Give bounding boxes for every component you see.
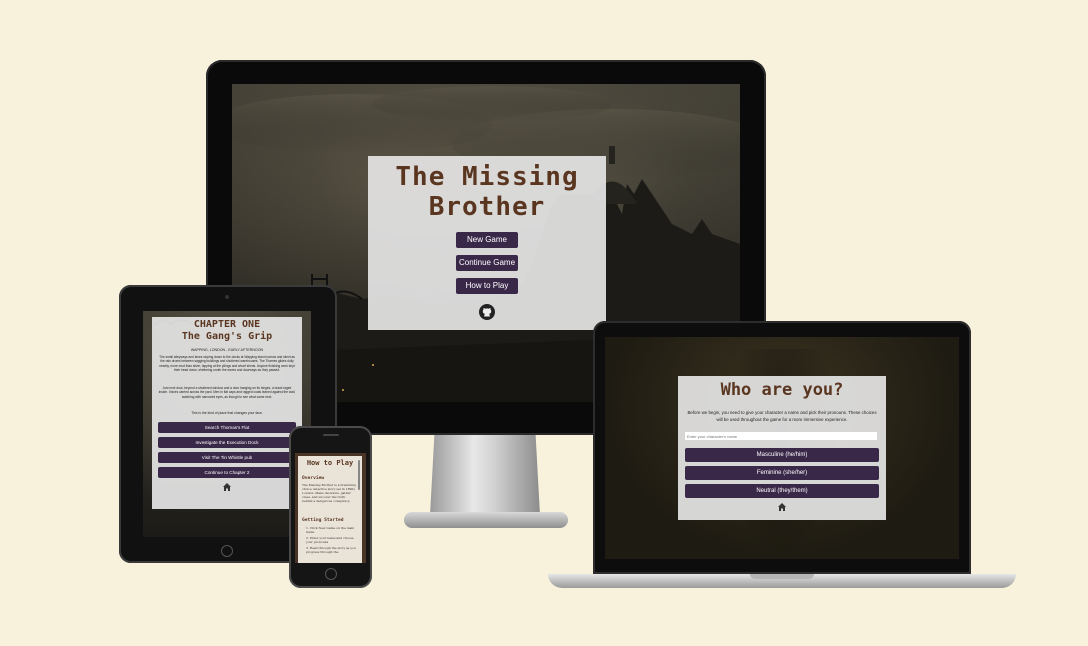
chapter-paragraph-1: The small alleyways and lanes sloping do… (159, 355, 295, 373)
chapter-location: WAPPING, LONDON - EARLY AFTERNOON (190, 348, 264, 352)
game-title-line2: Brother (428, 192, 546, 222)
chapter-paragraph-3: This is the kind of place that changes y… (191, 411, 263, 415)
chapter-card: CHAPTER ONE The Gang's Grip WAPPING, LON… (152, 317, 302, 509)
feminine-pronoun-button[interactable]: Feminine (she/her) (685, 466, 879, 480)
new-game-button[interactable]: New Game (456, 232, 518, 248)
choice-button-tin-whistle[interactable]: Visit The Tin Whistle pub (158, 452, 296, 463)
how-to-play-title: How to Play (306, 459, 354, 467)
phone-home-button[interactable] (325, 568, 337, 580)
character-setup-title: Who are you? (720, 380, 844, 400)
laptop-notch (750, 574, 814, 579)
home-icon[interactable] (778, 503, 786, 511)
step-3: 3. Read through the story as you progres… (306, 546, 356, 554)
choice-button-search-flat[interactable]: Search Thomas's Flat (158, 422, 296, 433)
chapter-paragraph-2: Just next door, beyond a shuttered windo… (158, 386, 296, 399)
phone-speaker (323, 434, 339, 436)
monitor-stand (430, 435, 540, 515)
laptop-base (548, 574, 1016, 588)
step-1: 1. Click New Game on the main menu (306, 526, 355, 534)
tablet-home-button[interactable] (221, 545, 233, 557)
continue-chapter-button[interactable]: Continue to Chapter 2 (158, 467, 296, 478)
masculine-pronoun-button[interactable]: Masculine (he/him) (685, 448, 879, 462)
character-setup-card: Who are you? Before we begin, you need t… (678, 376, 886, 520)
getting-started-heading: Getting Started (302, 518, 344, 523)
step-3-text: Read through the story as you progress t… (306, 546, 356, 554)
laptop-screen: Who are you? Before we begin, you need t… (605, 337, 959, 559)
main-menu-card: The Missing Brother New Game Continue Ga… (368, 156, 606, 330)
game-title-line1: The Missing (395, 162, 579, 192)
phone-device: How to Play Overview The Missing Brother… (289, 426, 372, 588)
tablet-camera (225, 295, 229, 299)
step-2: 2. Enter your name and choose your prono… (306, 536, 354, 544)
phone-scrollbar[interactable] (358, 460, 360, 490)
tablet-screen: CHAPTER ONE The Gang's Grip WAPPING, LON… (143, 311, 311, 537)
phone-screen: How to Play Overview The Missing Brother… (295, 453, 366, 563)
chapter-title: The Gang's Grip (181, 331, 273, 342)
chapter-label: CHAPTER ONE (193, 319, 261, 330)
choice-button-execution-dock[interactable]: Investigate the Execution Dock (158, 437, 296, 448)
character-setup-intro: Before we begin, you need to give your c… (687, 410, 877, 422)
overview-heading: Overview (302, 476, 325, 481)
neutral-pronoun-button[interactable]: Neutral (they/them) (685, 484, 879, 498)
how-to-play-panel: How to Play Overview The Missing Brother… (298, 456, 362, 563)
laptop-lid: Who are you? Before we begin, you need t… (593, 321, 971, 574)
overview-text: The Missing Brother is a branching choic… (302, 483, 356, 503)
character-name-input[interactable] (685, 432, 877, 440)
monitor-base (404, 512, 568, 528)
github-icon[interactable] (479, 304, 495, 320)
continue-game-button[interactable]: Continue Game (456, 255, 518, 271)
step-2-text: Enter your name and choose your pronouns (306, 536, 354, 544)
home-icon[interactable] (223, 483, 231, 491)
step-1-text: Click New Game on the main menu (306, 526, 355, 534)
how-to-play-button[interactable]: How to Play (456, 278, 518, 294)
